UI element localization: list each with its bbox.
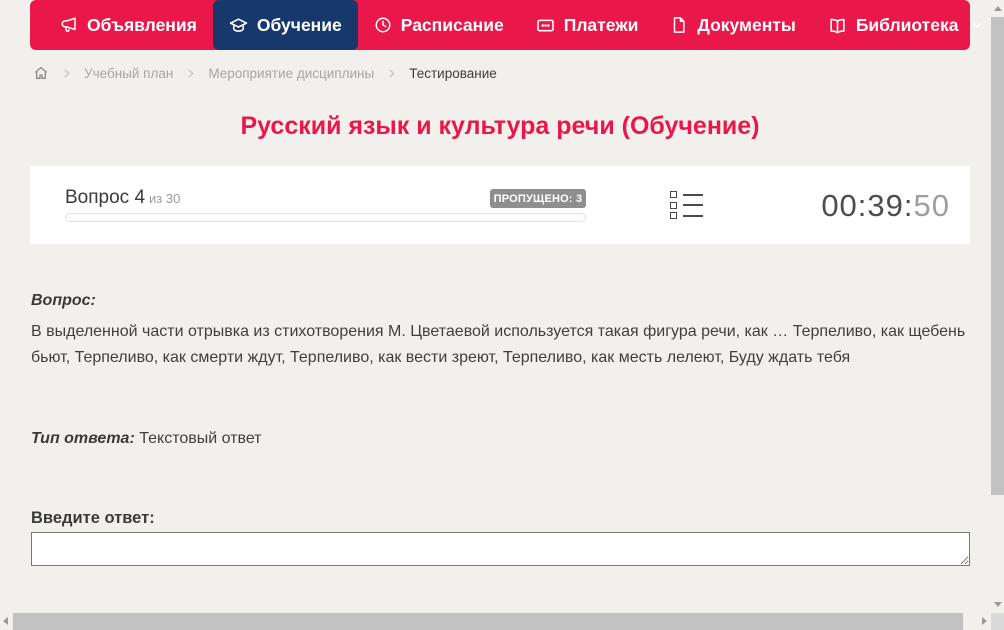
nav-item-library[interactable]: Библиотека — [812, 0, 1000, 50]
breadcrumb-separator-icon — [61, 68, 72, 79]
page-title: Русский язык и культура речи (Обучение) — [30, 112, 970, 141]
graduation-cap-icon — [229, 16, 248, 35]
nav-item-label: Объявления — [87, 15, 197, 36]
nav-item-label: Платежи — [564, 15, 639, 36]
timer-hours-minutes: 00:39: — [821, 188, 913, 223]
list-icon — [670, 202, 704, 209]
breadcrumb-item-discipline-event[interactable]: Мероприятие дисциплины — [208, 66, 374, 81]
chevron-down-icon — [971, 19, 983, 31]
megaphone-icon — [60, 16, 78, 34]
credit-card-icon — [536, 16, 555, 35]
question-total: из 30 — [149, 191, 180, 206]
skipped-badge: ПРОПУЩЕНО: 3 — [490, 189, 586, 208]
answer-type-label: Тип ответа: — [31, 430, 135, 447]
question-list-button[interactable] — [670, 191, 704, 219]
nav-item-label: Расписание — [401, 15, 504, 36]
main-navbar: Объявления Обучение Расписание Платежи Д… — [30, 0, 970, 50]
scrollbar-corner — [991, 613, 1004, 630]
book-icon — [828, 16, 847, 35]
scroll-up-icon[interactable] — [994, 6, 1002, 11]
progress-bar — [65, 213, 586, 222]
nav-item-label: Обучение — [257, 15, 342, 36]
horizontal-scrollbar-thumb[interactable] — [13, 613, 963, 630]
answer-input-label: Введите ответ: — [31, 509, 155, 528]
answer-type-row: Тип ответа: Текстовый ответ — [31, 430, 262, 448]
document-icon — [670, 16, 688, 34]
scroll-right-icon[interactable] — [982, 617, 987, 625]
nav-item-payments[interactable]: Платежи — [520, 0, 655, 50]
breadcrumb-separator-icon — [386, 68, 397, 79]
countdown-timer: 00:39:50 — [821, 188, 950, 224]
vertical-scrollbar[interactable] — [991, 0, 1004, 613]
nav-item-label: Документы — [697, 15, 795, 36]
breadcrumb-item-testing: Тестирование — [409, 66, 497, 81]
nav-item-label: Библиотека — [856, 15, 959, 36]
question-heading: Вопрос: — [31, 292, 970, 310]
answer-type-value: Текстовый ответ — [139, 430, 261, 447]
scroll-down-icon[interactable] — [994, 602, 1002, 607]
nav-item-documents[interactable]: Документы — [654, 0, 811, 50]
timer-seconds: 50 — [914, 188, 950, 223]
list-icon — [670, 212, 704, 219]
question-text: В выделенной части отрывка из стихотворе… — [31, 319, 970, 371]
scroll-left-icon[interactable] — [3, 617, 8, 625]
nav-item-schedule[interactable]: Расписание — [358, 0, 520, 50]
nav-item-learning[interactable]: Обучение — [213, 0, 358, 50]
clock-icon — [374, 16, 392, 34]
breadcrumb-item-curriculum[interactable]: Учебный план — [84, 66, 173, 81]
nav-item-announcements[interactable]: Объявления — [44, 0, 213, 50]
page-content: Объявления Обучение Расписание Платежи Д… — [0, 0, 991, 613]
breadcrumb-separator-icon — [185, 68, 196, 79]
question-number: Вопрос 4 — [65, 187, 145, 208]
answer-input[interactable] — [31, 532, 970, 566]
quiz-status-panel: Вопрос 4 из 30 ПРОПУЩЕНО: 3 00:39:50 — [30, 166, 970, 244]
breadcrumb: Учебный план Мероприятие дисциплины Тест… — [33, 62, 497, 84]
question-counter: Вопрос 4 из 30 — [65, 187, 180, 209]
horizontal-scrollbar[interactable] — [0, 613, 991, 630]
home-icon[interactable] — [33, 65, 49, 81]
vertical-scrollbar-thumb[interactable] — [991, 17, 1004, 495]
list-icon — [670, 191, 704, 198]
question-section: Вопрос: В выделенной части отрывка из ст… — [31, 292, 970, 371]
